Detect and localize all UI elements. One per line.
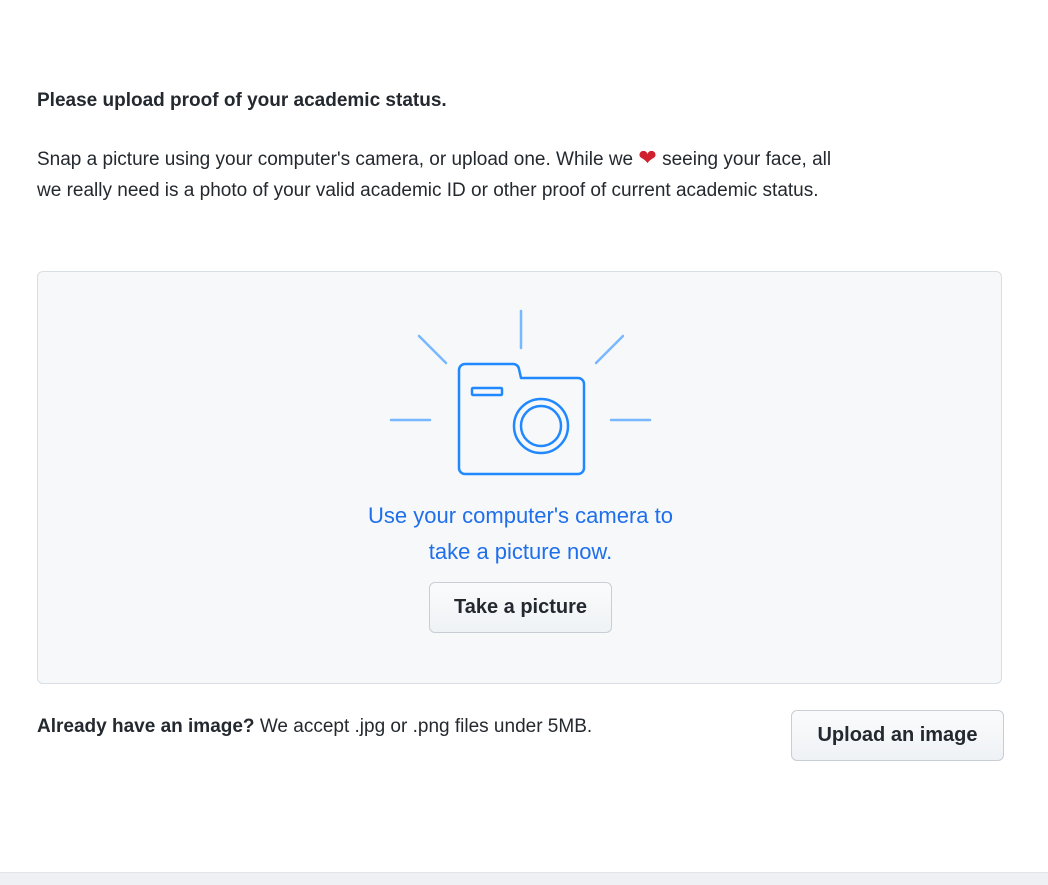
footer-divider [0,872,1048,885]
upload-question: Already have an image? [37,716,255,737]
camera-panel: Use your computer's camera to take a pic… [37,271,1002,684]
upload-file-requirements: We accept .jpg or .png files under 5MB. [259,716,593,737]
upload-proof-page: Please upload proof of your academic sta… [0,0,1048,885]
take-picture-button[interactable]: Take a picture [429,582,612,633]
intro-text: Snap a picture using your computer's cam… [37,144,857,206]
upload-image-button[interactable]: Upload an image [791,710,1004,761]
camera-instructions: Use your computer's camera to take a pic… [38,498,1003,570]
camera-instructions-line1: Use your computer's camera to [368,503,673,528]
intro-text-start: Snap a picture using your computer's cam… [37,149,634,170]
camera-instructions-line2: take a picture now. [428,539,613,564]
upload-note: Already have an image? We accept .jpg or… [37,714,592,740]
camera-icon [389,309,652,476]
heart-icon: ❤ [638,145,657,170]
page-title: Please upload proof of your academic sta… [37,90,447,111]
